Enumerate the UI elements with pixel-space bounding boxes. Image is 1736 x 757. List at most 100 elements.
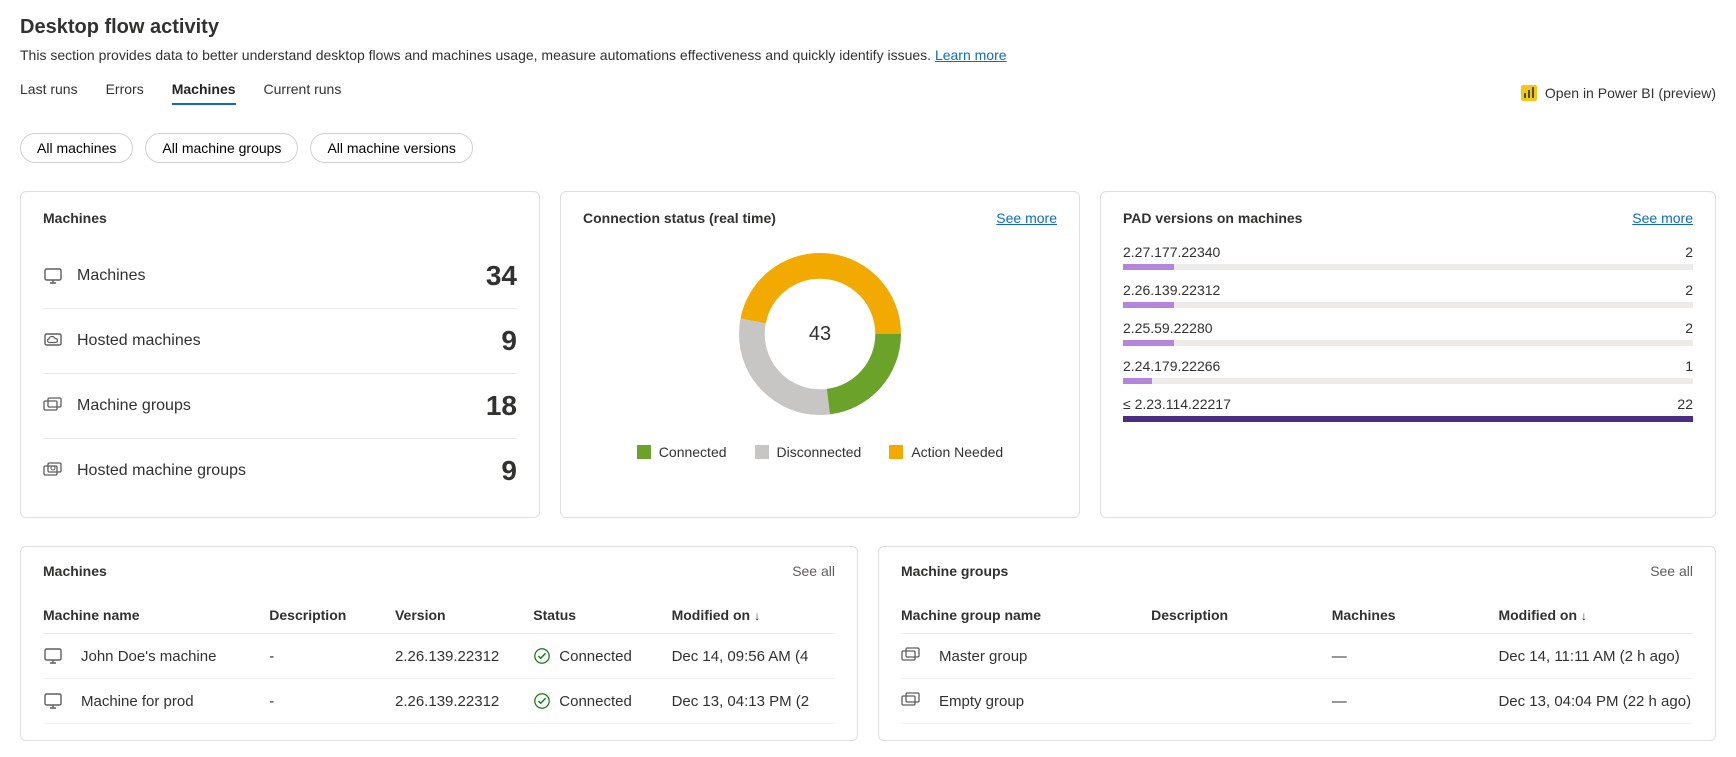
version-bar-bg: [1123, 340, 1693, 346]
versions-card: PAD versions on machines See more 2.27.1…: [1100, 191, 1716, 518]
tab-strip: Last runs Errors Machines Current runs: [20, 81, 341, 105]
version-bar-bg: [1123, 302, 1693, 308]
machine-name: John Doe's machine: [81, 648, 216, 665]
version-bar-bg: [1123, 264, 1693, 270]
powerbi-label: Open in Power BI (preview): [1545, 85, 1716, 101]
version-count: 2: [1685, 320, 1693, 336]
group-modified: Dec 13, 04:04 PM (22 h ago): [1498, 693, 1693, 710]
machine-status: Connected: [559, 693, 632, 710]
table-row[interactable]: Empty group — Dec 13, 04:04 PM (22 h ago…: [901, 679, 1693, 724]
page-subtitle: This section provides data to better und…: [20, 47, 1716, 63]
col-modified[interactable]: Modified on↓: [672, 607, 835, 623]
tab-machines[interactable]: Machines: [172, 81, 236, 105]
hosted-group-icon: [43, 461, 63, 481]
version-label: 2.25.59.22280: [1123, 320, 1213, 336]
col-status[interactable]: Status: [533, 607, 671, 623]
version-label: 2.24.179.22266: [1123, 358, 1220, 374]
machine-modified: Dec 13, 04:13 PM (2: [672, 693, 835, 710]
page-title: Desktop flow activity: [20, 16, 1716, 39]
subtitle-text: This section provides data to better und…: [20, 47, 931, 63]
stat-hosted-groups[interactable]: Hosted machine groups 9: [43, 439, 517, 503]
desktop-group-icon: [901, 691, 921, 711]
version-label: ≤ 2.23.114.22217: [1123, 396, 1231, 412]
col-group-modified[interactable]: Modified on↓: [1498, 607, 1693, 623]
version-row[interactable]: 2.26.139.22312 2: [1123, 282, 1693, 308]
table-row[interactable]: Master group — Dec 14, 11:11 AM (2 h ago…: [901, 634, 1693, 679]
machine-version: 2.26.139.22312: [395, 648, 533, 665]
version-count: 2: [1685, 282, 1693, 298]
connection-donut-chart[interactable]: 43: [730, 244, 910, 424]
filter-all-versions[interactable]: All machine versions: [310, 133, 472, 163]
tab-last-runs[interactable]: Last runs: [20, 81, 78, 105]
legend-disconnected: Disconnected: [755, 444, 862, 460]
machines-see-all[interactable]: See all: [792, 563, 835, 579]
filter-all-machines[interactable]: All machines: [20, 133, 133, 163]
group-machines: —: [1332, 693, 1499, 710]
col-group-name[interactable]: Machine group name: [901, 607, 1151, 623]
open-powerbi-link[interactable]: Open in Power BI (preview): [1521, 85, 1716, 101]
groups-table-title: Machine groups: [901, 563, 1008, 579]
version-bar-fill: [1123, 264, 1174, 270]
desktop-group-icon: [43, 396, 63, 416]
connection-legend: Connected Disconnected Action Needed: [637, 444, 1003, 460]
groups-see-all[interactable]: See all: [1650, 563, 1693, 579]
tab-errors[interactable]: Errors: [106, 81, 144, 105]
versions-card-title: PAD versions on machines: [1123, 210, 1302, 226]
groups-table-card: Machine groups See all Machine group nam…: [878, 546, 1716, 741]
version-bar-fill: [1123, 378, 1152, 384]
version-count: 1: [1685, 358, 1693, 374]
table-row[interactable]: Machine for prod - 2.26.139.22312 Connec…: [43, 679, 835, 724]
hosted-desktop-icon: [43, 331, 63, 351]
legend-connected: Connected: [637, 444, 727, 460]
version-bar-fill: [1123, 416, 1693, 422]
connection-see-more[interactable]: See more: [996, 210, 1057, 226]
swatch-icon: [889, 445, 903, 459]
swatch-icon: [637, 445, 651, 459]
version-label: 2.27.177.22340: [1123, 244, 1220, 260]
group-name: Master group: [939, 648, 1027, 665]
version-count: 22: [1677, 396, 1693, 412]
legend-label: Action Needed: [911, 444, 1003, 460]
connection-card: Connection status (real time) See more 4…: [560, 191, 1080, 518]
version-row[interactable]: 2.27.177.22340 2: [1123, 244, 1693, 270]
version-row[interactable]: 2.25.59.22280 2: [1123, 320, 1693, 346]
version-bar-bg: [1123, 378, 1693, 384]
machine-status: Connected: [559, 648, 632, 665]
connection-card-title: Connection status (real time): [583, 210, 776, 226]
desktop-icon: [43, 646, 63, 666]
filter-row: All machines All machine groups All mach…: [20, 133, 1716, 163]
donut-center-value: 43: [730, 244, 910, 424]
version-bar-fill: [1123, 340, 1174, 346]
col-version[interactable]: Version: [395, 607, 533, 623]
check-circle-icon: [533, 692, 551, 710]
col-name[interactable]: Machine name: [43, 607, 269, 623]
col-group-machines[interactable]: Machines: [1332, 607, 1499, 623]
machine-desc: -: [269, 693, 395, 710]
version-bar-fill: [1123, 302, 1174, 308]
stat-value: 34: [486, 260, 517, 292]
learn-more-link[interactable]: Learn more: [935, 47, 1007, 63]
versions-see-more[interactable]: See more: [1632, 210, 1693, 226]
stat-hosted-machines[interactable]: Hosted machines 9: [43, 309, 517, 374]
table-row[interactable]: John Doe's machine - 2.26.139.22312 Conn…: [43, 634, 835, 679]
swatch-icon: [755, 445, 769, 459]
version-row[interactable]: ≤ 2.23.114.22217 22: [1123, 396, 1693, 422]
check-circle-icon: [533, 647, 551, 665]
machines-col-headers: Machine name Description Version Status …: [43, 597, 835, 634]
version-bar-bg: [1123, 416, 1693, 422]
group-machines: —: [1332, 648, 1499, 665]
tab-current-runs[interactable]: Current runs: [264, 81, 342, 105]
machines-table-card: Machines See all Machine name Descriptio…: [20, 546, 858, 741]
desktop-icon: [43, 691, 63, 711]
desktop-group-icon: [901, 646, 921, 666]
stat-machines[interactable]: Machines 34: [43, 244, 517, 309]
stat-value: 9: [501, 455, 517, 487]
filter-all-groups[interactable]: All machine groups: [145, 133, 298, 163]
stat-machine-groups[interactable]: Machine groups 18: [43, 374, 517, 439]
version-label: 2.26.139.22312: [1123, 282, 1220, 298]
powerbi-icon: [1521, 85, 1537, 101]
col-group-desc[interactable]: Description: [1151, 607, 1332, 623]
version-row[interactable]: 2.24.179.22266 1: [1123, 358, 1693, 384]
col-desc[interactable]: Description: [269, 607, 395, 623]
legend-label: Connected: [659, 444, 727, 460]
